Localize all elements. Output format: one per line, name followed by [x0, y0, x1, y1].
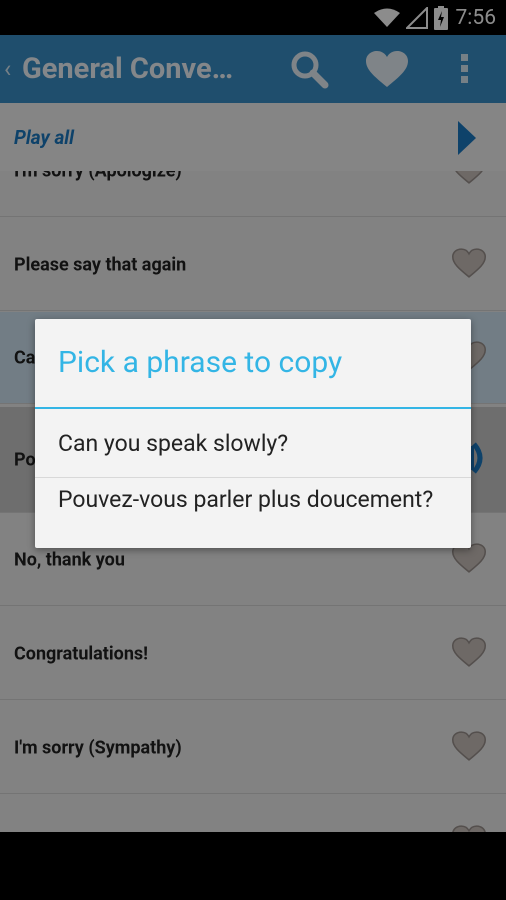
dialog-option-english[interactable]: Can you speak slowly?: [35, 409, 471, 478]
dialog-title: Pick a phrase to copy: [35, 319, 471, 409]
navigation-bar: [0, 832, 506, 900]
dialog-option-french[interactable]: Pouvez-vous parler plus doucement?: [35, 478, 471, 546]
copy-phrase-dialog: Pick a phrase to copy Can you speak slow…: [35, 319, 471, 548]
